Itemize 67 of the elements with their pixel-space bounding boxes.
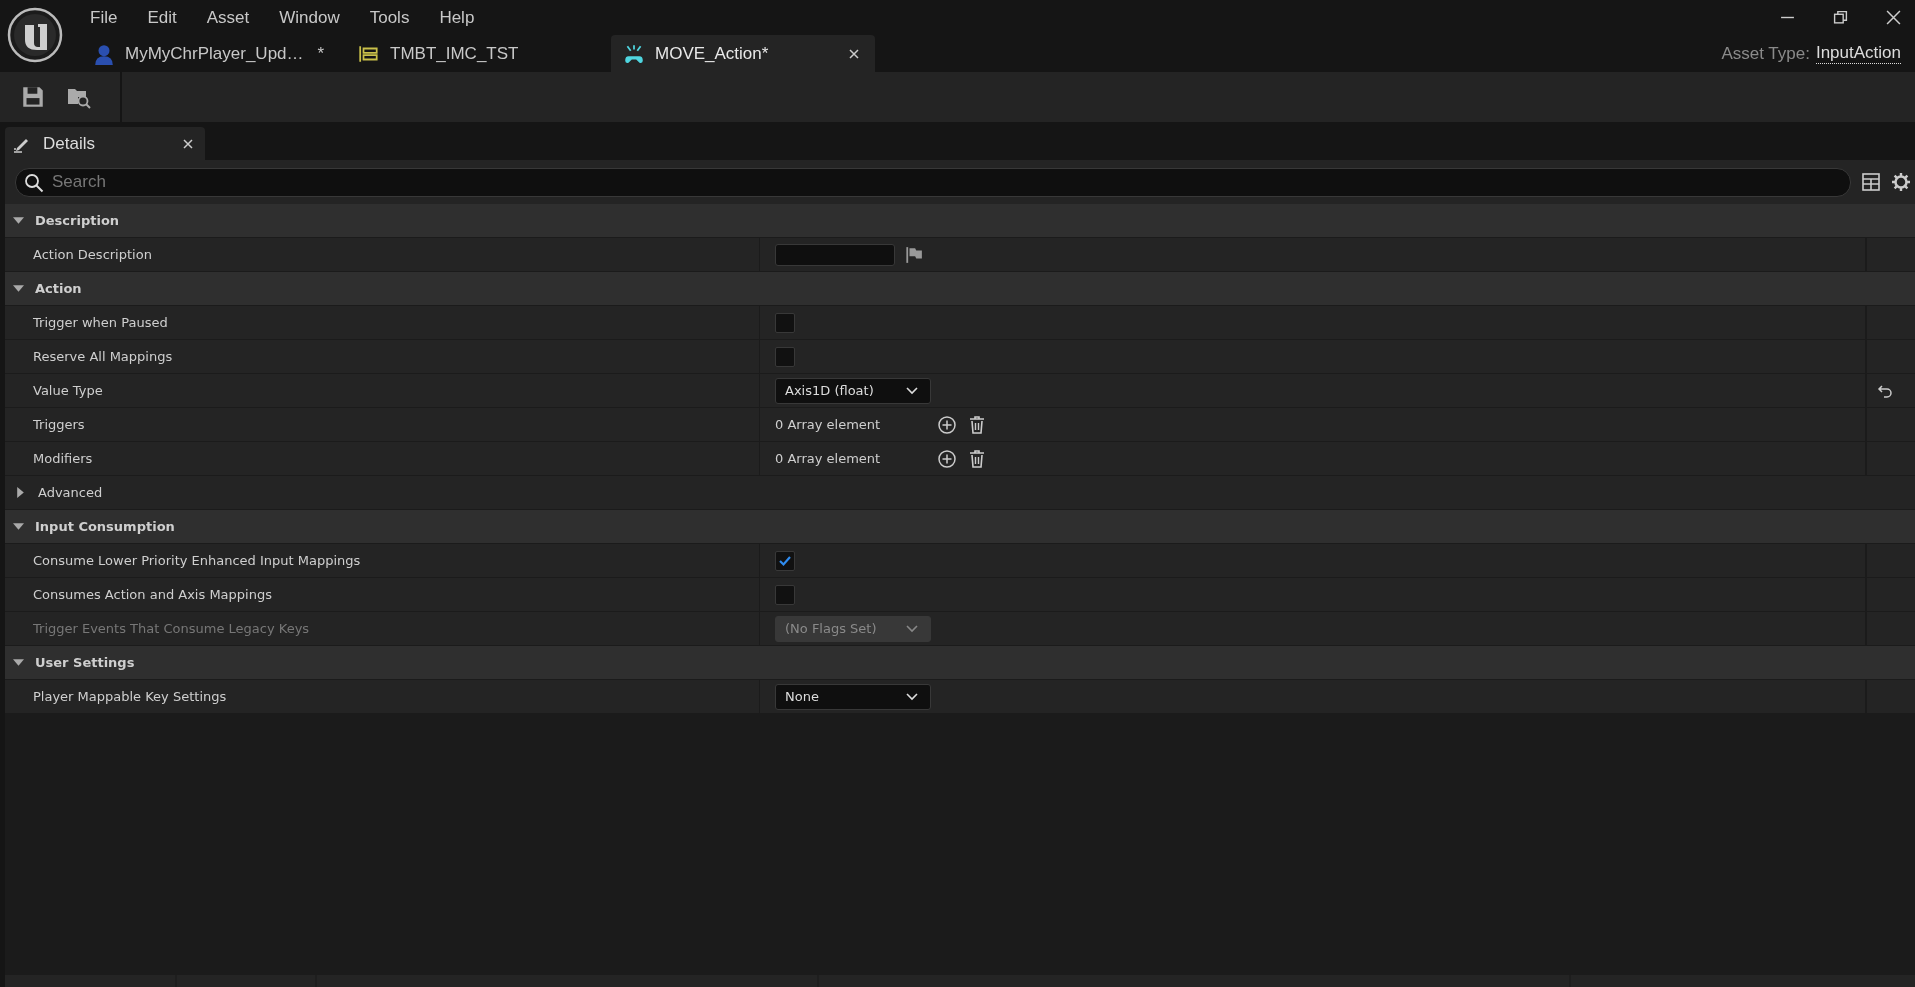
array-count: 0 Array element (775, 451, 882, 466)
dropdown[interactable]: None (775, 683, 931, 710)
engine-logo[interactable] (7, 7, 63, 63)
property-label: Reserve All Mappings (33, 349, 173, 364)
array-count: 0 Array element (775, 417, 882, 432)
save-icon[interactable] (20, 84, 46, 110)
expand-arrow-icon (15, 487, 26, 498)
caret-icon (906, 386, 918, 395)
menu-item[interactable]: Tools (369, 7, 410, 28)
property-label: Value Type (33, 383, 103, 398)
search-field[interactable]: Search (15, 167, 1851, 197)
property-label: Action Description (33, 247, 152, 262)
tab-label: MOVE_Action (655, 43, 762, 64)
gamepad-icon (623, 42, 645, 65)
expand-arrow-icon (13, 521, 24, 532)
checkbox[interactable] (775, 584, 795, 605)
restore-icon[interactable] (1833, 10, 1848, 25)
asset-type-link[interactable]: InputAction (1815, 43, 1901, 64)
dropdown[interactable]: Axis1D (float) (775, 377, 931, 404)
property-label: Trigger Events That Consume Legacy Keys (33, 621, 310, 636)
add-icon[interactable] (937, 414, 957, 435)
property-label: Consume Lower Priority Enhanced Input Mappings (33, 553, 361, 568)
asset-type-label: Asset Type: (1721, 43, 1810, 64)
text-field[interactable] (775, 243, 895, 266)
settings-icon[interactable] (1891, 172, 1911, 192)
property-label: Triggers (33, 417, 85, 432)
tab-label: MyMyChrPlayer_Upd… (125, 43, 304, 64)
close-icon[interactable] (1886, 10, 1901, 25)
document-tab[interactable]: TMBT_IMC_TST (346, 35, 611, 72)
menu-item[interactable]: Window (279, 7, 340, 28)
unsaved-marker: * (317, 43, 325, 64)
close-icon[interactable] (183, 138, 193, 149)
caret-icon (906, 692, 918, 701)
property-label: Modifiers (33, 451, 93, 466)
details-tab[interactable]: Details (5, 127, 205, 160)
expand-arrow-icon (13, 657, 24, 668)
menu-item[interactable]: Help (439, 7, 475, 28)
property-label: Player Mappable Key Settings (33, 689, 227, 704)
trash-icon[interactable] (967, 414, 987, 435)
expand-arrow-icon (13, 215, 24, 226)
expand-arrow-icon (13, 283, 24, 294)
category-header[interactable]: Input Consumption (5, 510, 1915, 544)
person-icon (93, 42, 115, 65)
category-header[interactable]: Action (5, 272, 1915, 306)
search-icon (24, 172, 44, 193)
category-header[interactable]: User Settings (5, 646, 1915, 680)
reset-arrow-icon[interactable] (1877, 383, 1893, 398)
trash-icon[interactable] (967, 448, 987, 469)
menu-item[interactable]: File (90, 7, 118, 28)
document-tab[interactable]: MyMyChrPlayer_Upd… * (81, 35, 346, 72)
tab-label: TMBT_IMC_TST (390, 43, 519, 64)
subcategory-header[interactable]: Advanced (5, 476, 1915, 509)
close-icon[interactable] (849, 48, 859, 59)
unsaved-marker: * (761, 43, 769, 64)
category-header[interactable]: Description (5, 204, 1915, 238)
checkbox[interactable] (775, 312, 795, 333)
property-label: Trigger when Paused (33, 315, 168, 330)
property-label: Consumes Action and Axis Mappings (33, 587, 272, 602)
table-icon[interactable] (1861, 172, 1881, 192)
document-tab[interactable]: MOVE_Action* (611, 35, 875, 72)
add-icon[interactable] (937, 448, 957, 469)
menu-item[interactable]: Asset (206, 7, 250, 28)
caret-icon (906, 624, 918, 633)
flag-icon[interactable] (905, 245, 923, 264)
checkbox[interactable] (775, 346, 795, 367)
menu-item[interactable]: Edit (147, 7, 177, 28)
checkbox[interactable] (775, 550, 795, 571)
